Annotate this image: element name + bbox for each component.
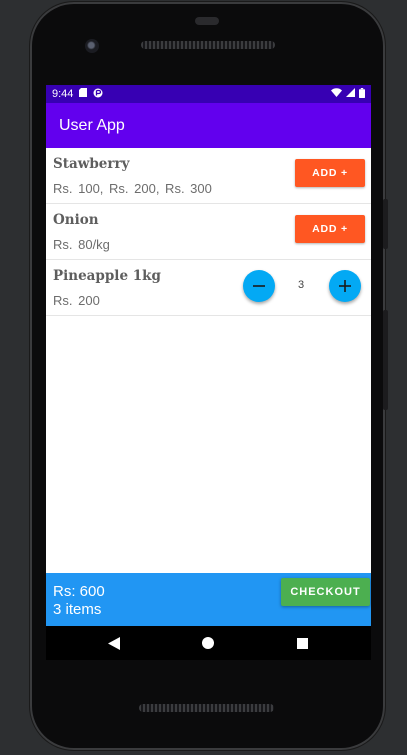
list-item: Stawberry Rs. 100, Rs. 200, Rs. 300 ADD …: [46, 148, 371, 204]
minus-icon: [253, 285, 265, 287]
bottom-speaker-grille: [139, 704, 274, 712]
decrement-button[interactable]: [243, 270, 275, 302]
product-price: Rs. 100, Rs. 200, Rs. 300: [53, 181, 212, 196]
list-item: Onion Rs. 80/kg ADD +: [46, 204, 371, 260]
sd-card-icon: [79, 88, 88, 100]
product-price: Rs. 200: [53, 293, 100, 308]
status-bar: 9:44: [46, 85, 371, 103]
back-button[interactable]: [102, 631, 126, 655]
product-price: Rs. 80/kg: [53, 237, 110, 252]
plus-icon: [339, 280, 351, 292]
product-name: Pineapple 1kg: [53, 268, 161, 284]
signal-icon: [346, 88, 355, 100]
app-bar: User App: [46, 103, 371, 148]
cart-item-count: 3 items: [53, 601, 102, 618]
back-icon: [108, 636, 120, 650]
cart-summary-bar: Rs: 600 3 items CHECKOUT: [46, 573, 371, 626]
app-notification-icon: [93, 88, 103, 101]
home-icon: [202, 637, 214, 649]
recents-button[interactable]: [290, 631, 314, 655]
battery-icon: [359, 87, 365, 101]
app-screen: 9:44 User App Stawberry Rs. 100, Rs. 200…: [46, 85, 371, 660]
app-title: User App: [59, 116, 125, 134]
quantity-value: 3: [297, 279, 305, 291]
volume-button: [383, 310, 388, 410]
recents-icon: [296, 637, 308, 649]
checkout-button[interactable]: CHECKOUT: [281, 578, 370, 606]
cart-total: Rs: 600: [53, 583, 105, 600]
earpiece: [195, 17, 219, 25]
add-button[interactable]: ADD +: [295, 159, 365, 187]
navigation-bar: [46, 626, 371, 660]
add-button[interactable]: ADD +: [295, 215, 365, 243]
home-button[interactable]: [196, 631, 220, 655]
wifi-icon: [331, 88, 342, 100]
increment-button[interactable]: [329, 270, 361, 302]
product-name: Onion: [53, 212, 99, 228]
top-speaker-grille: [141, 41, 275, 49]
power-button: [383, 199, 388, 249]
status-time: 9:44: [52, 88, 74, 100]
product-list: Stawberry Rs. 100, Rs. 200, Rs. 300 ADD …: [46, 148, 371, 316]
front-camera-icon: [85, 39, 99, 53]
list-item: Pineapple 1kg Rs. 200 3: [46, 260, 371, 316]
product-name: Stawberry: [53, 156, 130, 172]
